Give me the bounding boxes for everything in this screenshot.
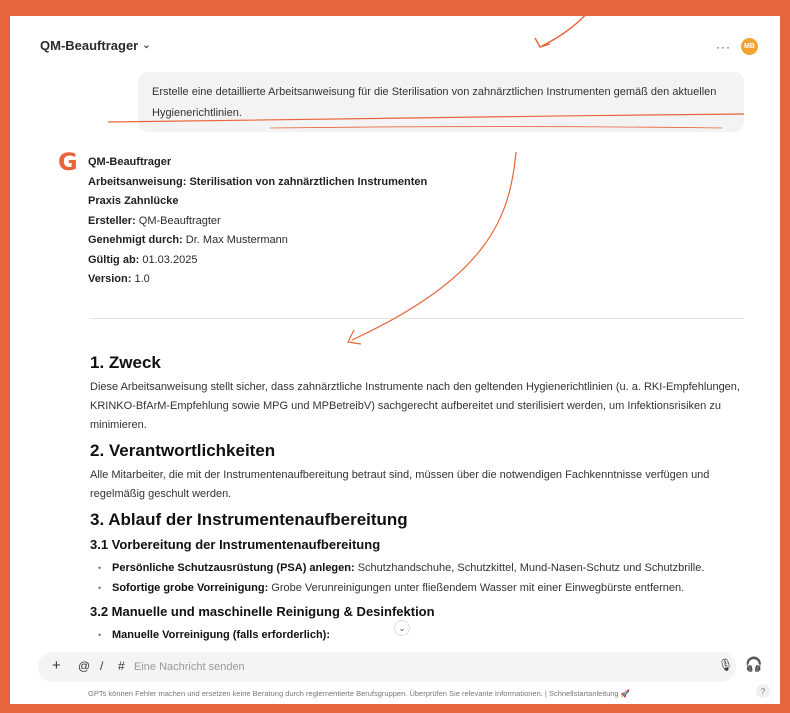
list-item-bold: Persönliche Schutzausrüstung (PSA) anleg… [112,562,355,574]
footer-disclaimer: GPTs können Fehler machen und ersetzen k… [88,689,631,698]
list-item-bold: Sofortige grobe Vorreinigung: [112,582,269,594]
chat-window: QM-Beauftrager ⌄ ··· MB Erstelle eine de… [10,16,780,704]
preparation-list: Persönliche Schutzausrüstung (PSA) anleg… [90,558,750,598]
practice-name: Praxis Zahnlücke [88,195,179,207]
annotation-arrowhead-middle [347,329,362,345]
tag-button[interactable]: # [118,659,125,673]
top-bar: QM-Beauftrager ⌄ ··· MB [10,16,780,68]
list-item: Sofortige grobe Vorreinigung: Grobe Veru… [90,578,750,598]
list-item-text: Grobe Verunreinigungen unter fließendem … [268,582,685,594]
gpt-logo-icon: G [58,148,78,176]
section-text-purpose: Diese Arbeitsanweisung stellt sicher, da… [90,381,740,431]
more-options-button[interactable]: ··· [716,40,731,54]
approved-value: Dr. Max Mustermann [185,234,288,246]
list-item-bold: Manuelle Vorreinigung (falls erforderlic… [112,629,330,641]
model-selector[interactable]: QM-Beauftrager ⌄ [40,38,151,53]
section-title-purpose: 1. Zweck [90,353,161,372]
message-input[interactable] [134,657,654,677]
subsection-title-preparation: 3.1 Vorbereitung der Instrumentenaufbere… [90,537,381,552]
mention-button[interactable]: @ [78,659,90,673]
command-button[interactable]: / [100,659,103,673]
subsection-title-cleaning: 3.2 Manuelle und maschinelle Reinigung &… [90,604,435,619]
voice-mode-icon[interactable]: 🎧 [745,656,762,673]
assistant-name: QM-Beauftrager [88,156,172,168]
section-title-responsibilities: 2. Verantwortlichkeiten [90,441,276,460]
divider [90,318,744,319]
valid-value: 01.03.2025 [142,253,198,266]
valid-label: Gültig ab: [88,253,140,266]
message-composer: + @ / # 🎙 [38,652,736,682]
help-button[interactable]: ? [756,684,770,698]
author-value: QM-Beauftragter [138,214,221,227]
chevron-down-icon: ⌄ [142,40,151,51]
section-text-responsibilities: Alle Mitarbeiter, die mit der Instrument… [90,469,710,500]
author-label: Ersteller: [88,214,136,227]
version-value: 1.0 [134,273,150,285]
approved-label: Genehmigt durch: [88,234,183,246]
response-body: 1. Zweck Diese Arbeitsanweisung stellt s… [90,352,750,649]
scroll-down-button[interactable]: ⌄ [394,620,410,636]
document-title: Arbeitsanweisung: Sterilisation von zahn… [88,175,428,188]
microphone-icon[interactable]: 🎙 [718,658,733,672]
section-title-process: 3. Ablauf der Instrumentenaufbereitung [90,510,408,529]
attach-button[interactable]: + [52,657,61,674]
document-header: QM-Beauftrager Arbeitsanweisung: Sterili… [88,153,427,290]
version-label: Version: [88,273,132,285]
cleaning-list: Manuelle Vorreinigung (falls erforderlic… [90,625,750,645]
list-item: Persönliche Schutzausrüstung (PSA) anleg… [90,558,750,578]
list-item: Manuelle Vorreinigung (falls erforderlic… [90,625,750,645]
user-message: Erstelle eine detaillierte Arbeitsanweis… [138,72,744,132]
list-item-text: Schutzhandschuhe, Schutzkittel, Mund-Nas… [354,562,705,574]
avatar[interactable]: MB [741,38,758,55]
model-name: QM-Beauftrager [40,38,139,53]
